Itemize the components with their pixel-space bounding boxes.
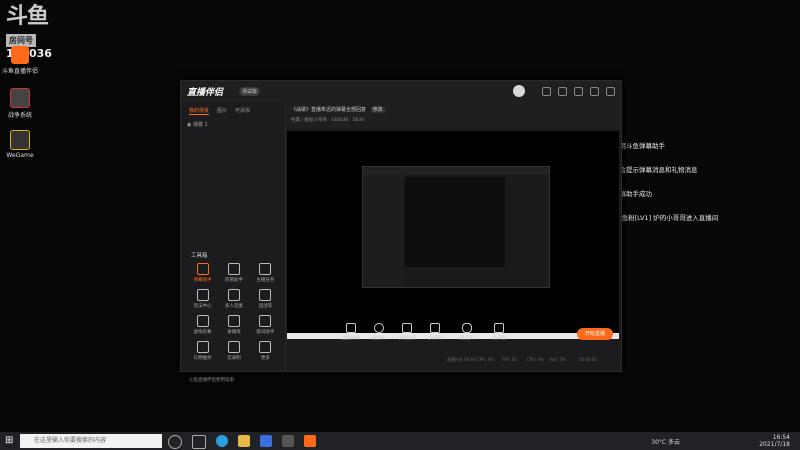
media-icon xyxy=(430,323,440,333)
tool-team[interactable]: 团战等 xyxy=(250,289,281,309)
tool-more[interactable]: 更多 xyxy=(250,341,281,361)
tool-cloud[interactable]: 云录制 xyxy=(218,341,249,361)
tab-images[interactable]: 图片 xyxy=(217,107,227,115)
avatar-icon xyxy=(196,315,209,327)
tool-avatar[interactable]: 虚拟形象 xyxy=(187,315,218,335)
control-screen[interactable]: 直播屏幕 xyxy=(339,323,363,341)
desktop-icon-game[interactable]: 战争系统 xyxy=(0,88,40,119)
edge-icon[interactable] xyxy=(216,435,228,447)
control-mic[interactable]: 麦克风 xyxy=(455,323,479,341)
eye-icon[interactable]: ◉ xyxy=(187,122,191,128)
status-bar: 直播时长 00:00 CPU: 0% FPS: 00 CPU: 4% 内存: 3… xyxy=(447,357,597,362)
avatar[interactable] xyxy=(513,85,525,97)
preview-inner-window xyxy=(362,166,550,288)
app-window: 直播伴侣 测试版 我的场景 图片 可添加 ◉ 场景 1 工具箱 弹幕助手 房管助… xyxy=(180,80,622,383)
cortana-icon[interactable] xyxy=(168,435,182,449)
inner-titlebar xyxy=(363,167,549,175)
download-icon xyxy=(227,289,240,301)
tool-task[interactable]: 主播任务 xyxy=(250,263,281,283)
mail-icon[interactable] xyxy=(282,435,294,447)
cloud-icon xyxy=(227,341,240,353)
douyu-taskbar-icon[interactable] xyxy=(304,435,316,447)
start-live-button[interactable]: 开始直播 xyxy=(577,328,613,340)
scene-tabs: 我的场景 图片 可添加 xyxy=(189,107,250,115)
inner-preview xyxy=(405,177,505,267)
control-bar: 直播屏幕 摄像头 手机投屏 多媒体 麦克风 扬声器 开始直播 xyxy=(287,321,621,349)
taskbar-apps xyxy=(168,435,316,449)
microphone-icon xyxy=(462,323,472,333)
control-speaker[interactable]: 扬声器 xyxy=(487,323,511,341)
tool-record[interactable]: 录播库 xyxy=(218,315,249,335)
settings-icon[interactable] xyxy=(574,87,583,96)
desktop-icon-wegame[interactable]: WeGame xyxy=(0,130,40,159)
control-camera[interactable]: 摄像头 xyxy=(367,323,391,341)
notification-icon[interactable] xyxy=(558,87,567,96)
titlebar-controls xyxy=(542,87,615,96)
titlebar: 直播伴侣 测试版 xyxy=(181,81,621,103)
tab-scenes[interactable]: 我的场景 xyxy=(189,107,210,115)
preview-canvas[interactable] xyxy=(287,131,619,339)
app-title: 直播伴侣 xyxy=(187,88,224,98)
close-icon[interactable] xyxy=(606,87,615,96)
user-icon xyxy=(227,263,240,275)
tool-game-center[interactable]: 玩法中心 xyxy=(187,289,218,309)
control-phone[interactable]: 手机投屏 xyxy=(395,323,419,341)
douyu-logo: 斗鱼 xyxy=(6,4,49,29)
minimize-icon[interactable] xyxy=(590,87,599,96)
message-icon[interactable] xyxy=(542,87,551,96)
windows-start-icon[interactable]: ⊞ xyxy=(5,435,17,447)
toolbox-title: 工具箱 xyxy=(191,253,208,259)
weather-text[interactable]: 30°C 多云 xyxy=(651,437,680,446)
explorer-icon[interactable] xyxy=(238,435,250,447)
record-icon xyxy=(227,315,240,327)
camera-icon xyxy=(374,323,384,333)
more-icon xyxy=(259,341,272,353)
scene-item[interactable]: ◉ 场景 1 xyxy=(187,121,208,128)
desktop-icon-douyu[interactable]: 斗鱼直播伴侣 xyxy=(0,46,40,75)
task-view-icon[interactable] xyxy=(192,435,206,449)
clock-date[interactable]: 2021/7/18 xyxy=(759,441,790,448)
room-title: 《战歌》直播朱迅的弹幕全部回复 修改 xyxy=(291,107,385,113)
tool-gift[interactable]: 礼物抽奖 xyxy=(187,341,218,361)
chat-icon xyxy=(196,263,209,275)
speaker-icon xyxy=(494,323,504,333)
team-icon xyxy=(259,289,272,301)
version-badge: 测试版 xyxy=(239,87,261,96)
tool-multi-mic[interactable]: 多人连麦 xyxy=(218,289,249,309)
tool-lyrics[interactable]: 歌词助手 xyxy=(250,315,281,335)
inner-left-panel xyxy=(363,175,403,287)
task-icon xyxy=(259,263,272,275)
game-icon xyxy=(10,88,30,108)
tool-danmu[interactable]: 弹幕助手 xyxy=(187,263,218,283)
room-header: 《战歌》直播朱迅的弹幕全部回复 修改 经典 / 搬加小哥哥 · 146036 ·… xyxy=(287,103,621,129)
taskbar-search[interactable]: 在这里输入你要搜索的内容 xyxy=(20,434,162,448)
toolbox-grid: 弹幕助手 房管助手 主播任务 玩法中心 多人连麦 团战等 虚拟形象 录播库 歌词… xyxy=(187,263,281,361)
game-center-icon xyxy=(196,289,209,301)
left-panel: 我的场景 图片 可添加 ◉ 场景 1 工具箱 弹幕助手 房管助手 主播任务 玩法… xyxy=(181,103,286,383)
edit-button[interactable]: 修改 xyxy=(370,107,385,113)
phone-icon xyxy=(402,323,412,333)
tab-add[interactable]: 可添加 xyxy=(235,107,250,115)
douyu-companion-icon xyxy=(11,46,29,64)
room-meta: 经典 / 搬加小哥哥 · 146036 · 5834 xyxy=(291,118,365,123)
control-media[interactable]: 多媒体 xyxy=(423,323,447,341)
lyrics-icon xyxy=(259,315,272,327)
gift-icon xyxy=(196,341,209,353)
windows-taskbar: ⊞ 在这里输入你要搜索的内容 30°C 多云 16:54 2021/7/18 xyxy=(0,432,800,450)
wegame-icon xyxy=(10,130,30,150)
screen-icon xyxy=(346,323,356,333)
store-icon[interactable] xyxy=(260,435,272,447)
clock-time[interactable]: 16:54 xyxy=(773,434,790,441)
tool-manager[interactable]: 房管助手 xyxy=(218,263,249,283)
guide-link[interactable]: 斗鱼直播伴侣使用指南 xyxy=(189,377,234,383)
